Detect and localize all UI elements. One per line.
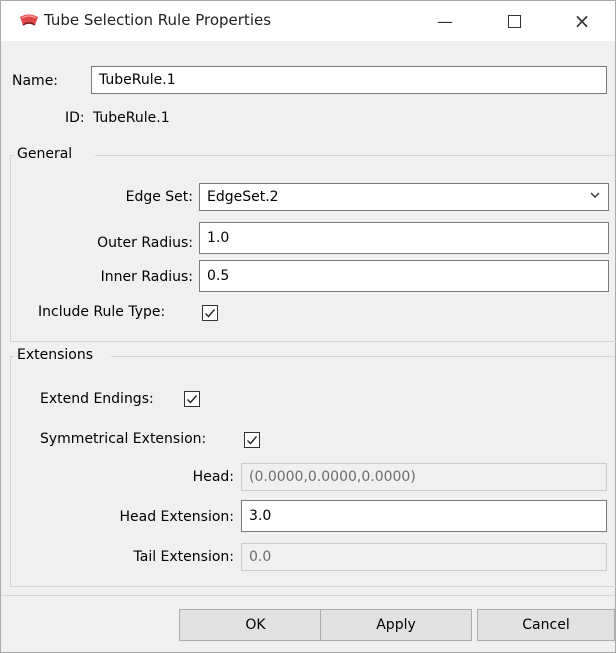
symmetrical-extension-checkbox[interactable] bbox=[244, 432, 260, 448]
tail-extension-label: Tail Extension: bbox=[133, 549, 235, 565]
outer-radius-label: Outer Radius: bbox=[97, 235, 193, 251]
head-extension-input[interactable]: 3.0 bbox=[241, 500, 607, 532]
dialog-window: Tube Selection Rule Properties — × Name:… bbox=[0, 0, 616, 653]
head-input[interactable]: (0.0000,0.0000,0.0000) bbox=[241, 463, 607, 491]
minimize-icon: — bbox=[437, 11, 453, 31]
tail-extension-input[interactable]: 0.0 bbox=[241, 543, 607, 571]
window-title: Tube Selection Rule Properties bbox=[44, 11, 272, 29]
maximize-icon bbox=[507, 14, 521, 28]
name-input[interactable]: TubeRule.1 bbox=[91, 66, 607, 94]
extend-endings-label: Extend Endings: bbox=[40, 391, 154, 407]
symmetrical-extension-label: Symmetrical Extension: bbox=[40, 431, 207, 447]
extend-endings-checkbox[interactable] bbox=[184, 391, 200, 407]
title-bar[interactable]: Tube Selection Rule Properties — × bbox=[1, 1, 615, 41]
inner-radius-label: Inner Radius: bbox=[100, 269, 193, 285]
minimize-button[interactable]: — bbox=[422, 1, 468, 41]
edge-set-value: EdgeSet.2 bbox=[207, 189, 279, 205]
close-button[interactable]: × bbox=[559, 1, 605, 41]
include-rule-type-label: Include Rule Type: bbox=[38, 304, 166, 320]
name-label: Name: bbox=[12, 73, 59, 89]
checkmark-icon bbox=[187, 395, 198, 404]
include-rule-type-checkbox[interactable] bbox=[202, 305, 218, 321]
edge-set-select[interactable]: EdgeSet.2 bbox=[199, 183, 609, 211]
edge-set-label: Edge Set: bbox=[125, 189, 193, 205]
outer-radius-input[interactable]: 1.0 bbox=[199, 222, 609, 254]
button-separator bbox=[1, 595, 615, 596]
cancel-button[interactable]: Cancel bbox=[477, 609, 615, 641]
apply-button[interactable]: Apply bbox=[320, 609, 472, 641]
chevron-down-icon bbox=[590, 192, 600, 198]
head-label: Head: bbox=[192, 469, 234, 485]
id-label: ID: bbox=[65, 110, 85, 126]
tube-rule-icon bbox=[20, 14, 38, 26]
checkmark-icon bbox=[205, 309, 216, 318]
head-extension-label: Head Extension: bbox=[119, 509, 234, 525]
close-icon: × bbox=[573, 9, 591, 33]
maximize-button[interactable] bbox=[491, 1, 537, 41]
ok-button[interactable]: OK bbox=[179, 609, 332, 641]
id-value: TubeRule.1 bbox=[93, 110, 170, 126]
inner-radius-input[interactable]: 0.5 bbox=[199, 260, 609, 292]
checkmark-icon bbox=[247, 436, 258, 445]
